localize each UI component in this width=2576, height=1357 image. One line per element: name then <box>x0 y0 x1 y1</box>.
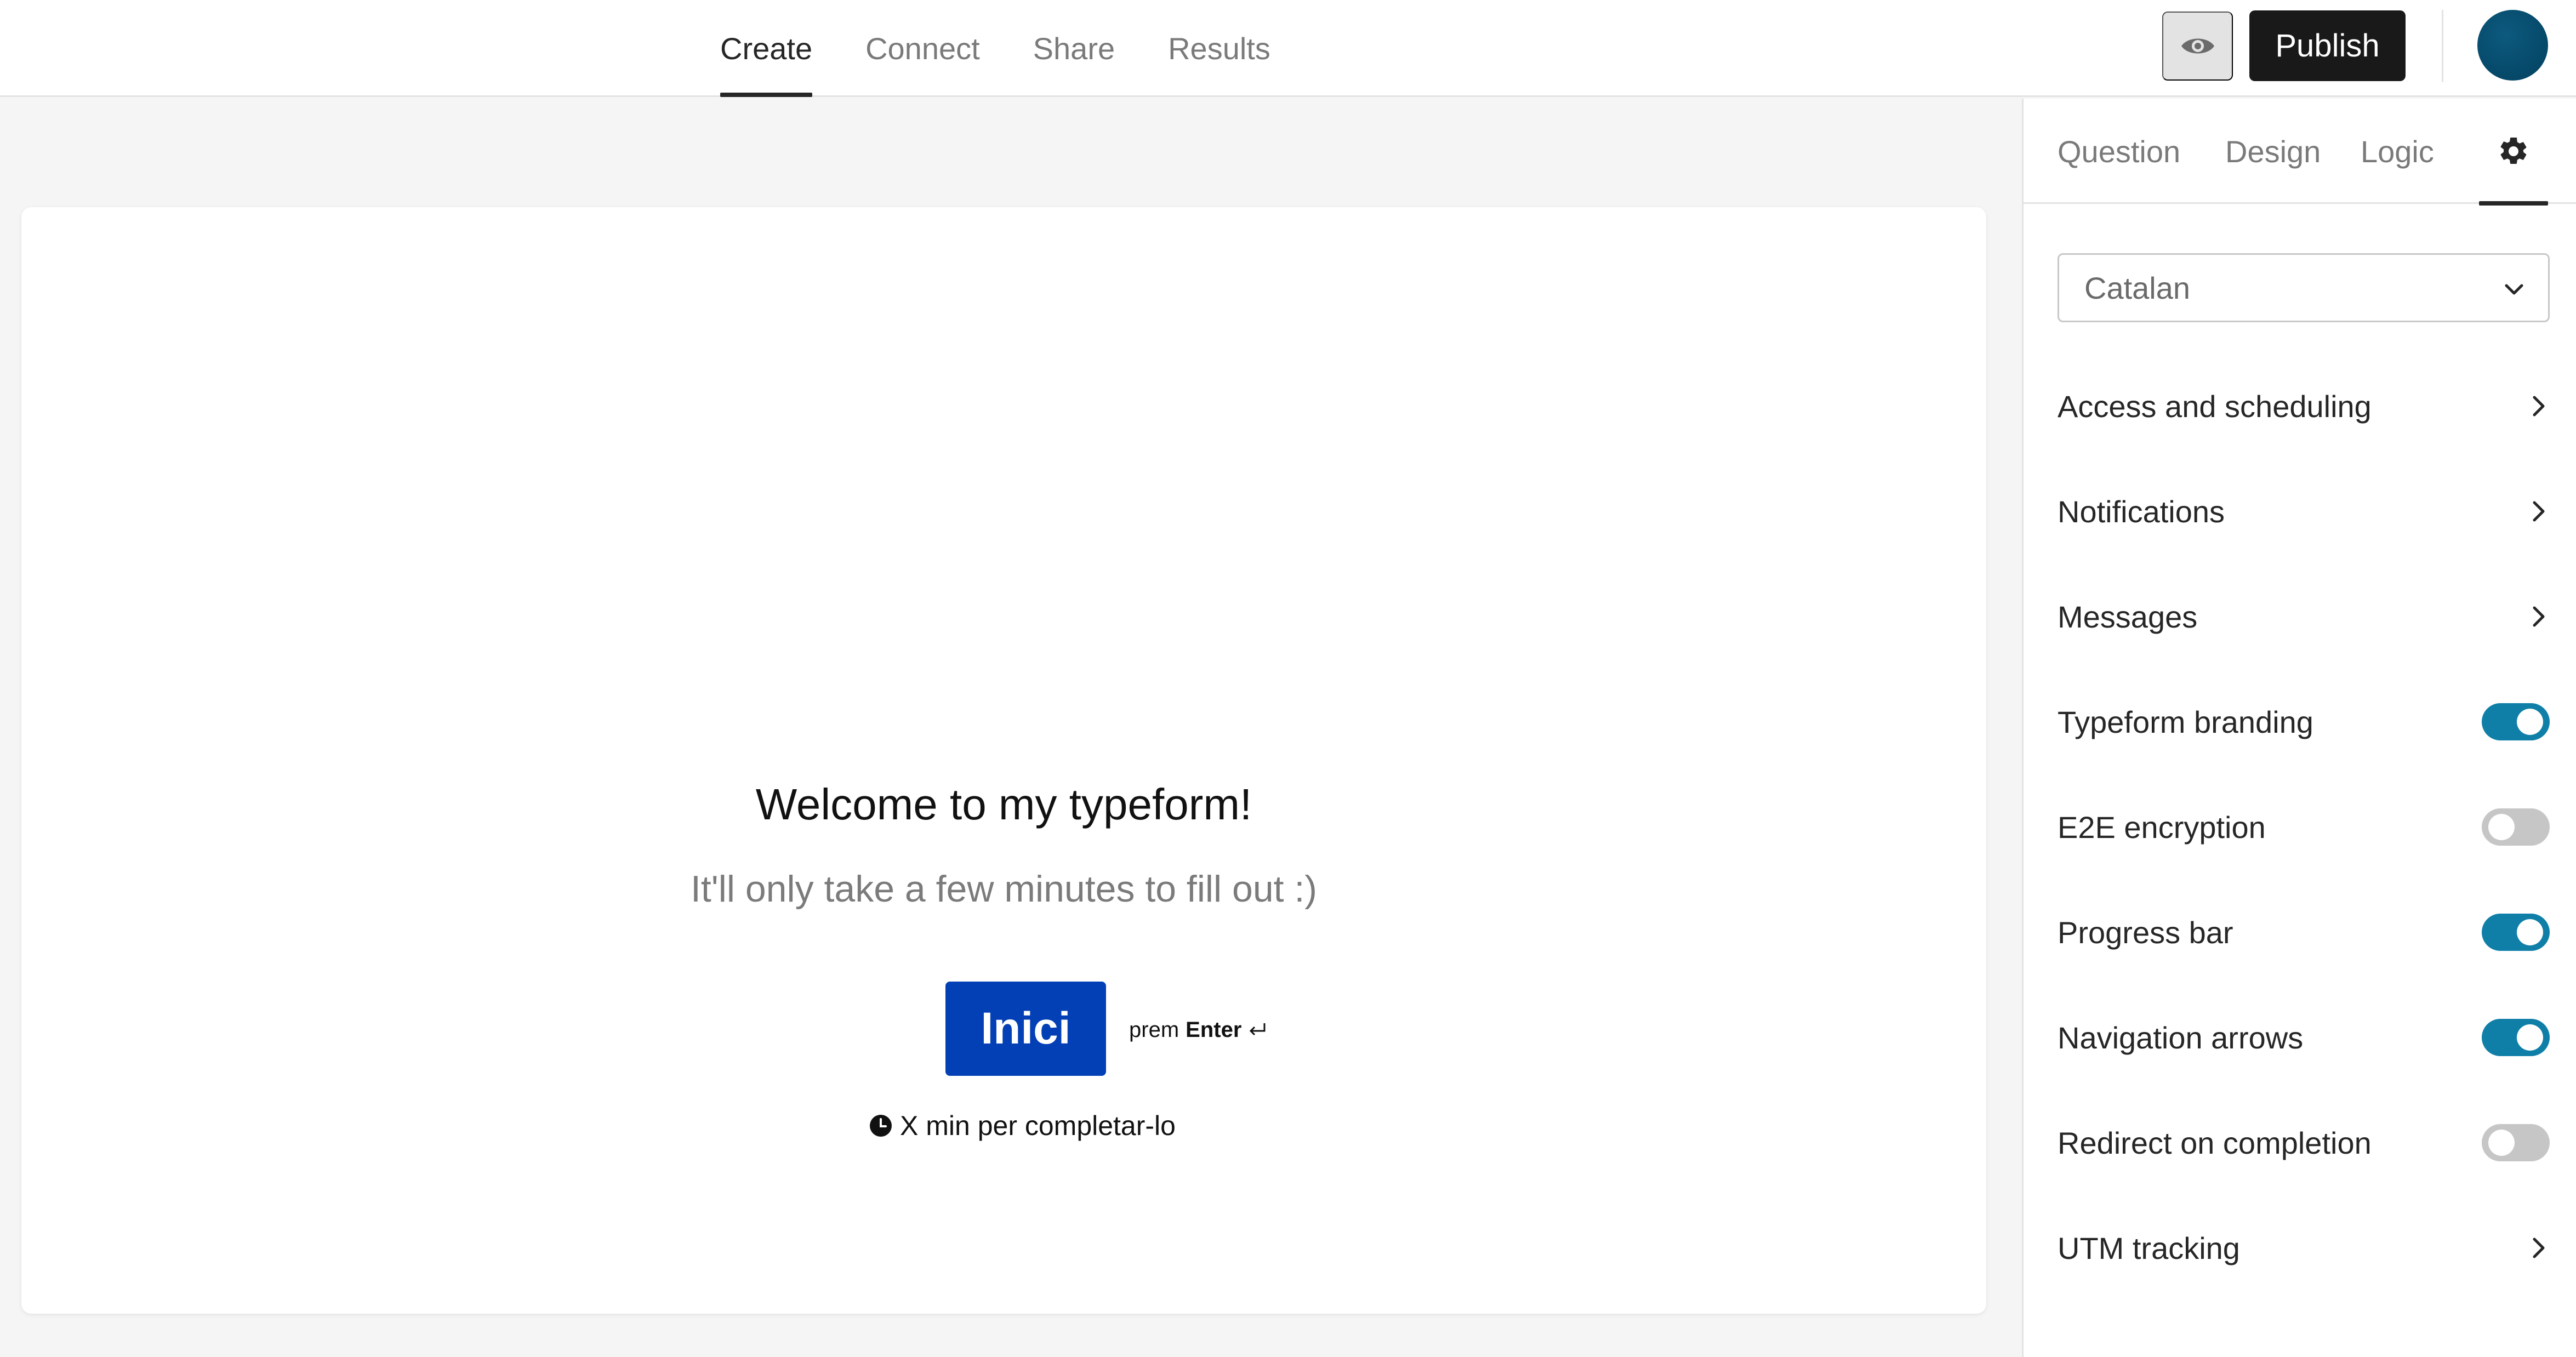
tab-create[interactable]: Create <box>720 0 813 97</box>
enter-hint: prem Enter <box>1129 1018 1268 1042</box>
setting-navigation-arrows: Navigation arrows <box>2058 1010 2550 1065</box>
setting-access-scheduling[interactable]: Access and scheduling <box>2058 379 2550 434</box>
toggle-knob <box>2488 814 2515 840</box>
tab-settings[interactable] <box>2479 99 2548 206</box>
tab-results[interactable]: Results <box>1168 0 1270 97</box>
tab-design[interactable]: Design <box>2225 99 2321 204</box>
preview-button[interactable] <box>2162 12 2233 81</box>
setting-e2e-encryption: E2E encryption <box>2058 800 2550 854</box>
return-icon <box>1250 1023 1266 1035</box>
setting-messages[interactable]: Messages <box>2058 589 2550 644</box>
chevron-right-icon <box>2533 606 2545 627</box>
eye-icon <box>2181 38 2214 54</box>
setting-progress-bar: Progress bar <box>2058 905 2550 960</box>
clock-icon <box>870 1115 892 1137</box>
start-button[interactable]: Inici <box>945 982 1106 1076</box>
form-preview-card[interactable]: Welcome to my typeform! It'll only take … <box>21 207 1986 1314</box>
enter-hint-key: Enter <box>1186 1018 1242 1042</box>
toggle-knob <box>2488 1130 2515 1156</box>
setting-label: Notifications <box>2058 494 2225 529</box>
setting-label: UTM tracking <box>2058 1230 2240 1265</box>
tab-share[interactable]: Share <box>1033 0 1115 97</box>
setting-label: Navigation arrows <box>2058 1020 2304 1055</box>
panel-tabs: Question Design Logic <box>2024 99 2576 206</box>
typeform-branding-toggle[interactable] <box>2482 703 2550 740</box>
setting-label: Typeform branding <box>2058 704 2313 739</box>
chevron-down-icon <box>2505 284 2523 295</box>
setting-utm-tracking[interactable]: UTM tracking <box>2058 1221 2550 1275</box>
welcome-title[interactable]: Welcome to my typeform! <box>21 779 1986 830</box>
top-bar: Create Connect Share Results Publish <box>0 0 2576 97</box>
tab-connect[interactable]: Connect <box>865 0 980 97</box>
redirect-on-completion-toggle[interactable] <box>2482 1124 2550 1161</box>
language-select-value: Catalan <box>2084 270 2191 305</box>
time-estimate-text: X min per completar-lo <box>900 1110 1176 1141</box>
setting-label: Access and scheduling <box>2058 389 2372 424</box>
e2e-encryption-toggle[interactable] <box>2482 808 2550 846</box>
chevron-right-icon <box>2533 1238 2545 1258</box>
publish-button[interactable]: Publish <box>2249 10 2406 81</box>
setting-label: Messages <box>2058 599 2198 634</box>
avatar[interactable] <box>2477 10 2548 81</box>
navigation-arrows-toggle[interactable] <box>2482 1019 2550 1056</box>
chevron-right-icon <box>2533 396 2545 417</box>
enter-hint-prefix: prem <box>1129 1018 1179 1042</box>
gear-icon <box>2500 137 2527 164</box>
setting-typeform-branding: Typeform branding <box>2058 694 2550 749</box>
setting-label: E2E encryption <box>2058 809 2266 845</box>
language-select[interactable]: Catalan <box>2058 253 2550 322</box>
welcome-subtitle[interactable]: It'll only take a few minutes to fill ou… <box>21 868 1986 910</box>
time-estimate: X min per completar-lo <box>869 1110 1176 1142</box>
setting-notifications[interactable]: Notifications <box>2058 484 2550 539</box>
setting-label: Redirect on completion <box>2058 1125 2372 1160</box>
tab-logic[interactable]: Logic <box>2361 99 2434 204</box>
progress-bar-toggle[interactable] <box>2482 914 2550 951</box>
toggle-knob <box>2517 1024 2543 1051</box>
topbar-divider <box>2442 10 2443 82</box>
tab-question[interactable]: Question <box>2058 99 2180 204</box>
chevron-right-icon <box>2533 501 2545 522</box>
setting-label: Progress bar <box>2058 915 2233 950</box>
toggle-knob <box>2517 709 2543 735</box>
toggle-knob <box>2517 919 2543 945</box>
setting-redirect-on-completion: Redirect on completion <box>2058 1115 2550 1170</box>
main-nav: Create Connect Share Results <box>720 0 1324 97</box>
settings-panel: Question Design Logic Catalan Access and… <box>2022 99 2576 1357</box>
